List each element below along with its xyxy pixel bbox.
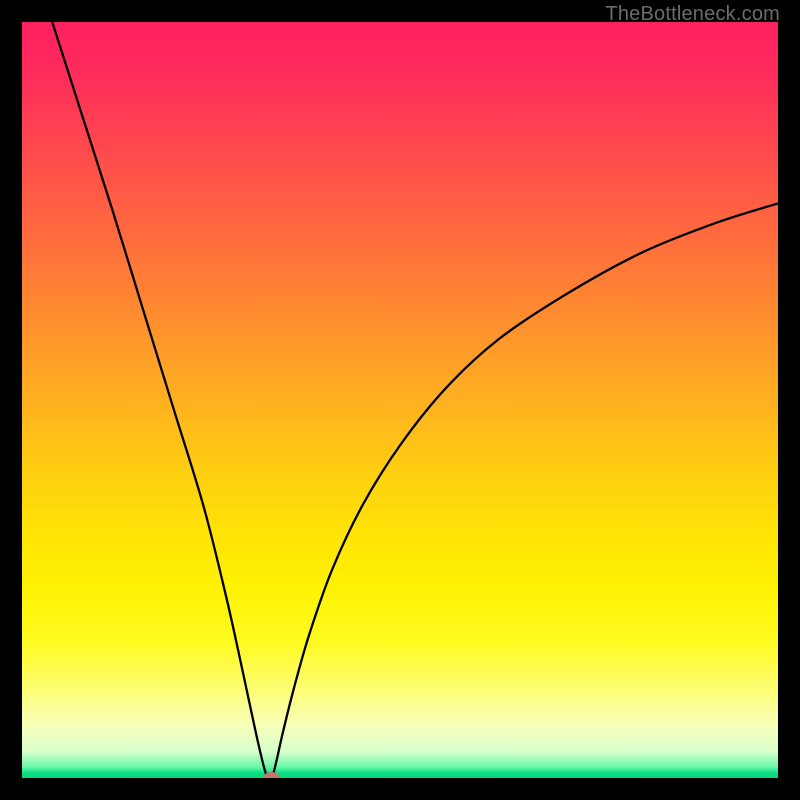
curve-svg	[22, 22, 778, 778]
bottleneck-curve	[52, 22, 778, 778]
plot-area	[22, 22, 778, 778]
chart-frame: TheBottleneck.com	[0, 0, 800, 800]
minimum-marker	[263, 772, 280, 778]
